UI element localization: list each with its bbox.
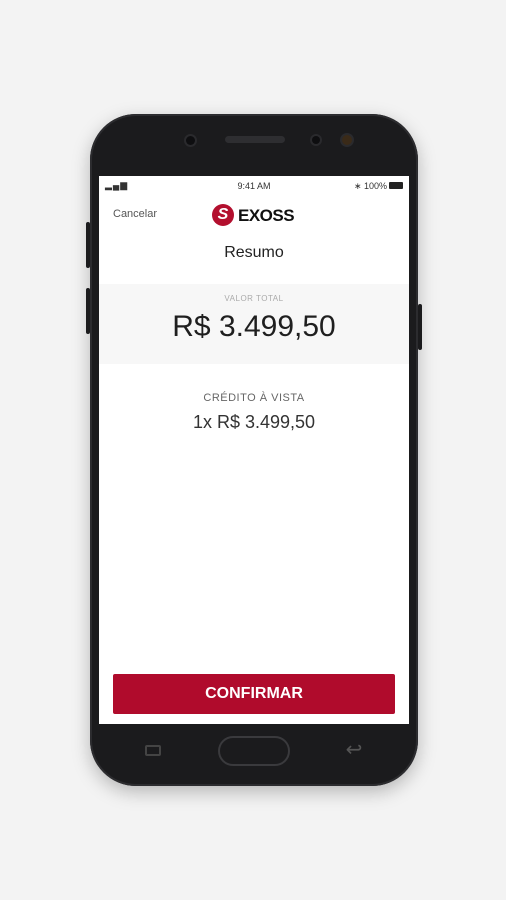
installments-value: 1x R$ 3.499,50 xyxy=(192,412,316,432)
power-button[interactable] xyxy=(418,304,422,350)
payment-method-label: CRÉDITO À VISTA xyxy=(203,392,305,404)
rear-sensor xyxy=(342,135,352,145)
status-bar: ▂▄▆ 9:41 AM ∗ 100% xyxy=(99,176,409,194)
front-camera xyxy=(186,136,195,145)
app-screen: ▂▄▆ 9:41 AM ∗ 100% Cancelar S EXOSS Resu… xyxy=(99,176,409,724)
logo-mark-icon: S xyxy=(212,204,234,226)
back-icon[interactable]: ↩ xyxy=(341,739,367,761)
exoss-logo: S EXOSS xyxy=(212,202,302,228)
earpiece-speaker xyxy=(225,136,285,143)
home-button[interactable] xyxy=(218,736,290,766)
page-title: Resumo xyxy=(224,244,284,261)
cancel-button[interactable]: Cancelar xyxy=(113,208,157,220)
sensor xyxy=(312,136,320,144)
navigation-bar: ↩ xyxy=(99,726,409,776)
bixby-button[interactable] xyxy=(86,288,90,334)
battery-percent: ∗ 100% xyxy=(353,181,387,191)
volume-button[interactable] xyxy=(86,222,90,268)
total-label: VALOR TOTAL xyxy=(224,294,284,303)
battery-icon xyxy=(389,182,403,189)
confirm-button[interactable]: CONFIRMAR xyxy=(113,674,395,714)
logo-text: EXOSS xyxy=(238,206,295,225)
total-value: R$ 3.499,50 xyxy=(172,310,336,343)
recent-apps-icon[interactable] xyxy=(145,745,161,756)
